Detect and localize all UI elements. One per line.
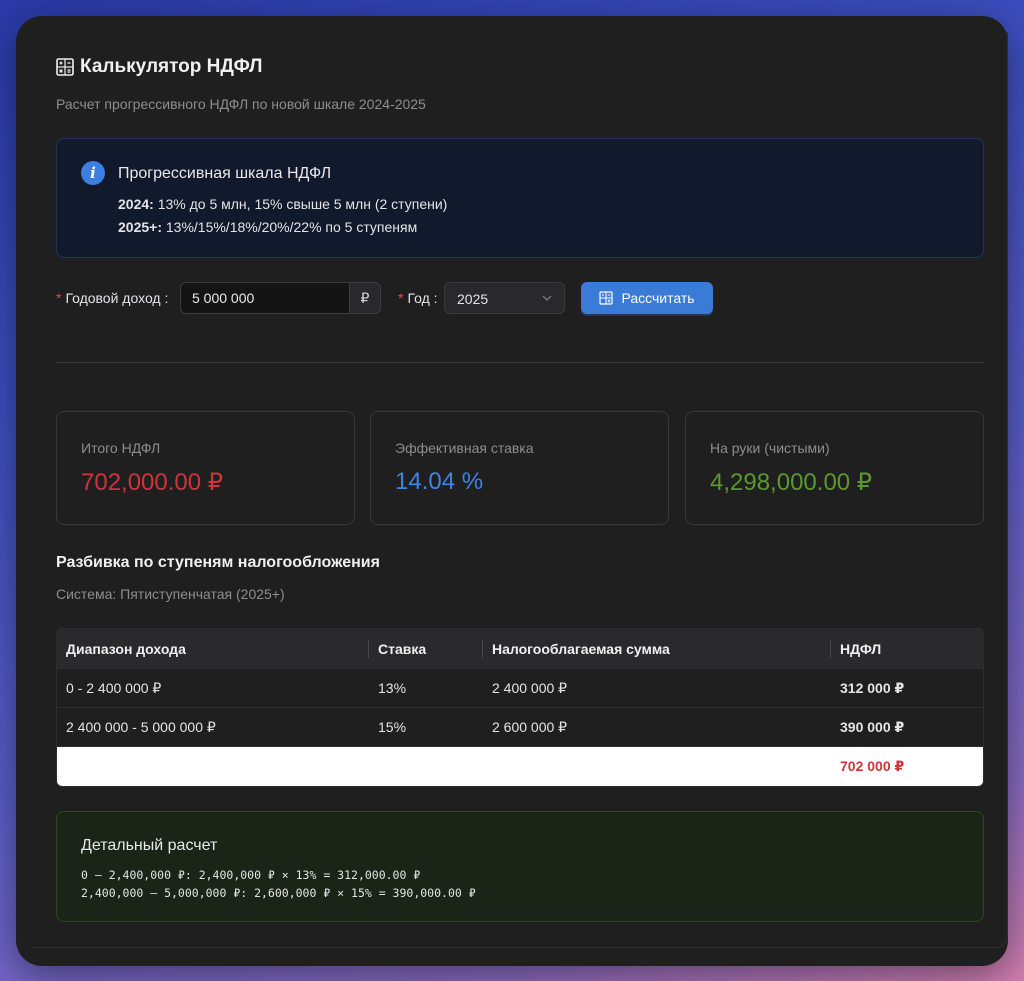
info-alert: i Прогрессивная шкала НДФЛ 2024: 13% до … [56, 138, 984, 258]
stat-net-income-value: 4,298,000.00 ₽ [710, 469, 873, 496]
column-header-tax: НДФЛ [840, 640, 882, 657]
table-row: 0 - 2 400 000 ₽ 13% 2 400 000 ₽ 312 000 … [57, 669, 983, 708]
income-input[interactable] [180, 282, 350, 314]
header: Калькулятор НДФЛ [56, 56, 263, 78]
cell-taxable: 2 400 000 ₽ [492, 679, 568, 696]
column-header-rate: Ставка [369, 629, 483, 668]
summary-empty [57, 747, 369, 786]
currency-addon: ₽ [349, 282, 381, 314]
detail-title: Детальный расчет [81, 837, 218, 854]
income-label: * Годовой доход : [56, 290, 169, 306]
stat-total-tax-label: Итого НДФЛ [81, 440, 161, 456]
income-label-text: Годовой доход [65, 290, 161, 306]
app-window: Калькулятор НДФЛ Расчет прогрессивного Н… [16, 16, 1008, 966]
cell-range: 2 400 000 - 5 000 000 ₽ [66, 718, 216, 735]
info-line-2024-label: 2024: [118, 196, 154, 212]
cell-rate: 13% [378, 680, 407, 696]
cell-rate: 15% [378, 719, 407, 735]
detail-line: 2,400,000 – 5,000,000 ₽: 2,600,000 ₽ × 1… [81, 886, 476, 900]
stat-net-income-label: На руки (чистыми) [710, 440, 830, 456]
year-select-value: 2025 [457, 291, 489, 307]
info-line-2025-text: 13%/15%/18%/20%/22% по 5 ступеням [161, 219, 418, 235]
stat-effective-rate-label: Эффективная ставка [395, 440, 534, 456]
detail-calculation: Детальный расчет 0 – 2,400,000 ₽: 2,400,… [56, 811, 984, 922]
column-header-taxable: Налогооблагаемая сумма [483, 629, 831, 668]
stat-net-income: На руки (чистыми) 4,298,000.00 ₽ [685, 411, 984, 525]
info-line-2025-label: 2025+: [118, 219, 162, 235]
table-header: Диапазон дохода Ставка Налогооблагаемая … [57, 629, 983, 669]
cell-tax: 312 000 ₽ [840, 679, 905, 696]
calculate-button[interactable]: Рассчитать [581, 282, 713, 314]
summary-total-tax: 702 000 ₽ [840, 758, 905, 774]
year-select[interactable]: 2025 [444, 282, 565, 314]
stat-effective-rate-value: 14.04 % [395, 468, 484, 495]
info-line-2024: 2024: 13% до 5 млн, 15% свыше 5 млн (2 с… [118, 196, 447, 212]
cell-tax: 390 000 ₽ [840, 718, 905, 735]
breakdown-system: Система: Пятиступенчатая (2025+) [56, 586, 285, 602]
stat-total-tax-value: 702,000.00 ₽ [81, 469, 224, 496]
divider [56, 362, 984, 363]
breakdown-title: Разбивка по ступеням налогообложения [56, 554, 380, 571]
info-line-2024-text: 13% до 5 млн, 15% свыше 5 млн (2 ступени… [153, 196, 448, 212]
year-label-text: Год [407, 290, 430, 306]
info-icon: i [81, 161, 105, 185]
summary-empty [369, 747, 483, 786]
info-line-2025: 2025+: 13%/15%/18%/20%/22% по 5 ступеням [118, 219, 417, 235]
info-title: Прогрессивная шкала НДФЛ [118, 165, 332, 182]
page-title: Калькулятор НДФЛ [80, 56, 263, 77]
calculator-panel: Калькулятор НДФЛ Расчет прогрессивного Н… [32, 32, 1008, 948]
cell-range: 0 - 2 400 000 ₽ [66, 679, 162, 696]
table-row: 2 400 000 - 5 000 000 ₽ 15% 2 600 000 ₽ … [57, 708, 983, 747]
table-summary-row: 702 000 ₽ [57, 747, 983, 786]
calculator-icon [56, 58, 74, 76]
chevron-down-icon [542, 295, 552, 301]
cell-taxable: 2 600 000 ₽ [492, 718, 568, 735]
column-header-range: Диапазон дохода [57, 629, 369, 668]
summary-empty [483, 747, 831, 786]
stat-total-tax: Итого НДФЛ 702,000.00 ₽ [56, 411, 355, 525]
year-label: * Год : [398, 290, 438, 306]
calculator-icon [599, 291, 614, 305]
breakdown-table: Диапазон дохода Ставка Налогооблагаемая … [56, 628, 984, 787]
detail-line: 0 – 2,400,000 ₽: 2,400,000 ₽ × 13% = 312… [81, 868, 421, 882]
calculate-button-label: Рассчитать [621, 290, 695, 306]
calc-form: *Годовой доход : ₽ *Год : 2025 [56, 282, 984, 314]
page-subtitle: Расчет прогрессивного НДФЛ по новой шкал… [56, 96, 426, 112]
stat-effective-rate: Эффективная ставка 14.04 % [370, 411, 669, 525]
